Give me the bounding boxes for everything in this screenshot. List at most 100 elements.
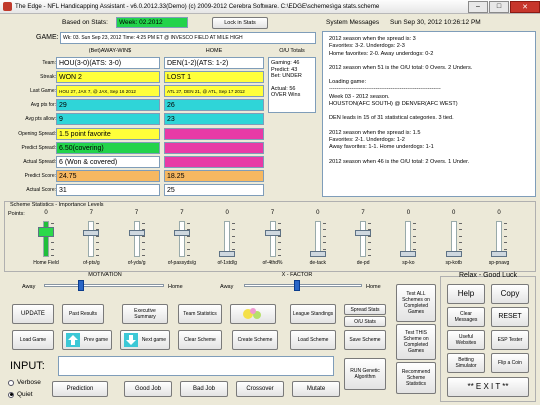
- team-statistics-button[interactable]: Team Statistics: [178, 304, 222, 324]
- importance-slider[interactable]: [30, 217, 62, 259]
- motivation-slider[interactable]: [44, 280, 164, 292]
- slider-thumb[interactable]: [128, 230, 145, 236]
- test-this-scheme-button[interactable]: Test THIS Scheme on Completed Games: [396, 324, 436, 360]
- home-avgptsfor-field[interactable]: 26: [164, 99, 264, 112]
- home-avgptsallow-field[interactable]: 23: [164, 113, 264, 126]
- game-field[interactable]: Wk: 03. Sun Sep 23, 2012 Time: 4:25 PM E…: [60, 32, 316, 44]
- next-game-label: Next game: [141, 337, 166, 343]
- past-results-button[interactable]: Past Results: [62, 304, 104, 324]
- slider-thumb[interactable]: [173, 230, 190, 236]
- away-actualscore-field[interactable]: 31: [56, 183, 160, 196]
- verbose-radio[interactable]: Verbose: [8, 379, 41, 386]
- importance-slider[interactable]: [392, 217, 424, 259]
- importance-slider[interactable]: [302, 217, 334, 259]
- recommend-scheme-button[interactable]: Recommend Scheme Statistics: [396, 362, 436, 394]
- importance-slider[interactable]: [121, 217, 153, 259]
- away-predictscore-field[interactable]: 24.75: [56, 169, 160, 182]
- home-predictscore-field[interactable]: 18.25: [164, 169, 264, 182]
- quiet-radio[interactable]: Quiet: [8, 391, 33, 398]
- mutate-button[interactable]: Mutate: [292, 381, 340, 397]
- away-openingspread-field[interactable]: 1.5 point favorite: [56, 127, 160, 140]
- system-messages-box[interactable]: 2012 season when the spread is: 3 Favorit…: [322, 31, 536, 197]
- slider-thumb[interactable]: [355, 230, 372, 236]
- slider-thumb[interactable]: [219, 251, 236, 257]
- slider-tick: [322, 223, 326, 224]
- home-team-field[interactable]: DEN(1-2)(ATS: 1-2): [164, 57, 264, 69]
- home-predictspread-field[interactable]: [164, 141, 264, 154]
- away-team-field[interactable]: HOU(3-0)(ATS: 3-0): [56, 57, 160, 69]
- away-lastgame-field[interactable]: HOU 27, JAX 7, @ JAX, Sep 16 2012: [56, 85, 160, 98]
- away-avgptsallow-field[interactable]: 9: [56, 113, 160, 126]
- slider-thumb[interactable]: [400, 251, 417, 257]
- betting-simulator-button[interactable]: Betting Simulator: [447, 353, 485, 373]
- league-standings-button[interactable]: League Standings: [290, 304, 336, 324]
- minimize-button[interactable]: –: [468, 0, 488, 13]
- flip-coin-button[interactable]: Flip a Coin: [491, 353, 529, 373]
- maximize-button[interactable]: □: [489, 0, 509, 13]
- relax-title: Relax - Good Luck: [459, 272, 517, 279]
- clear-scheme-button[interactable]: Clear Scheme: [178, 330, 222, 350]
- update-button[interactable]: UPDATE: [12, 304, 54, 324]
- away-streak-field[interactable]: WON 2: [56, 71, 160, 84]
- importance-slider[interactable]: [166, 217, 198, 259]
- lock-in-stats-button[interactable]: Lock in Stats: [212, 17, 268, 29]
- importance-slider[interactable]: [438, 217, 470, 259]
- exit-button[interactable]: ** E X I T **: [447, 377, 529, 397]
- save-scheme-button[interactable]: Save Scheme: [344, 330, 386, 350]
- importance-slider[interactable]: [75, 217, 107, 259]
- ou-line: OVER Wins: [271, 92, 301, 99]
- home-actualspread-field[interactable]: [164, 155, 264, 168]
- load-game-button[interactable]: Load Game: [12, 330, 54, 350]
- slider-thumb[interactable]: [83, 230, 100, 236]
- slider-tick: [322, 248, 326, 250]
- slider-thumb[interactable]: [445, 251, 462, 257]
- slider-tick: [458, 235, 462, 237]
- week-field[interactable]: Week: 02.2012: [116, 17, 188, 28]
- load-scheme-button[interactable]: Load Scheme: [290, 330, 336, 350]
- good-job-button[interactable]: Good Job: [124, 381, 172, 397]
- esp-tester-button[interactable]: ESP Tester: [491, 330, 529, 350]
- useful-websites-button[interactable]: Useful Websites: [447, 330, 485, 350]
- create-scheme-button[interactable]: Create Scheme: [232, 330, 278, 350]
- home-openingspread-field[interactable]: [164, 127, 264, 140]
- away-actualspread-field[interactable]: 6 (Won & covered): [56, 155, 160, 168]
- home-streak-field[interactable]: LOST 1: [164, 71, 264, 84]
- away-avgptsfor-field[interactable]: 29: [56, 99, 160, 112]
- importance-slider[interactable]: [211, 217, 243, 259]
- ou-stats-button[interactable]: O/U Stats: [344, 316, 386, 327]
- xfactor-slider[interactable]: [244, 280, 362, 292]
- prev-game-button[interactable]: Prev game: [62, 330, 112, 350]
- slider-thumb[interactable]: [491, 251, 507, 257]
- scheme-art-button[interactable]: [230, 304, 276, 324]
- home-actualscore-field[interactable]: 25: [164, 183, 264, 196]
- executive-summary-button[interactable]: Executive Summary: [122, 304, 168, 324]
- xfactor-thumb[interactable]: [294, 280, 301, 291]
- crossover-button[interactable]: Crossover: [236, 381, 284, 397]
- help-button[interactable]: Help: [447, 284, 485, 304]
- app-logo-icon: [3, 2, 12, 11]
- row-label: Team:: [42, 60, 56, 66]
- prev-game-label: Prev game: [83, 337, 108, 343]
- motivation-thumb[interactable]: [78, 280, 85, 291]
- clear-messages-button[interactable]: Clear Messages: [447, 307, 485, 327]
- home-lastgame-field[interactable]: ATL 27, DEN 21, @ ATL, Sep 17 2012: [164, 85, 264, 98]
- copy-button[interactable]: Copy: [491, 284, 529, 304]
- importance-slider[interactable]: [257, 217, 289, 259]
- slider-tick: [368, 242, 372, 244]
- test-all-schemes-button[interactable]: Test ALL Schemes on Completed Games: [396, 284, 436, 322]
- run-genetic-algorithm-button[interactable]: RUN Genetic Algorithm: [344, 358, 386, 390]
- reset-button[interactable]: RESET: [491, 307, 529, 327]
- spread-stats-button[interactable]: Spread Stats: [344, 304, 386, 315]
- prediction-button[interactable]: Prediction: [52, 381, 108, 397]
- input-field[interactable]: [58, 356, 334, 376]
- importance-slider[interactable]: [347, 217, 379, 259]
- bad-job-button[interactable]: Bad Job: [180, 381, 228, 397]
- next-game-button[interactable]: Next game: [120, 330, 170, 350]
- importance-slider[interactable]: [483, 217, 515, 259]
- slider-thumb[interactable]: [38, 227, 54, 237]
- slider-thumb[interactable]: [309, 251, 326, 257]
- close-button[interactable]: ✕: [510, 0, 540, 13]
- away-predictspread-field[interactable]: 6.50(covering): [56, 141, 160, 154]
- message-line: 2012 season when 51 is the O/U total: 0 …: [329, 64, 473, 71]
- slider-thumb[interactable]: [264, 230, 281, 236]
